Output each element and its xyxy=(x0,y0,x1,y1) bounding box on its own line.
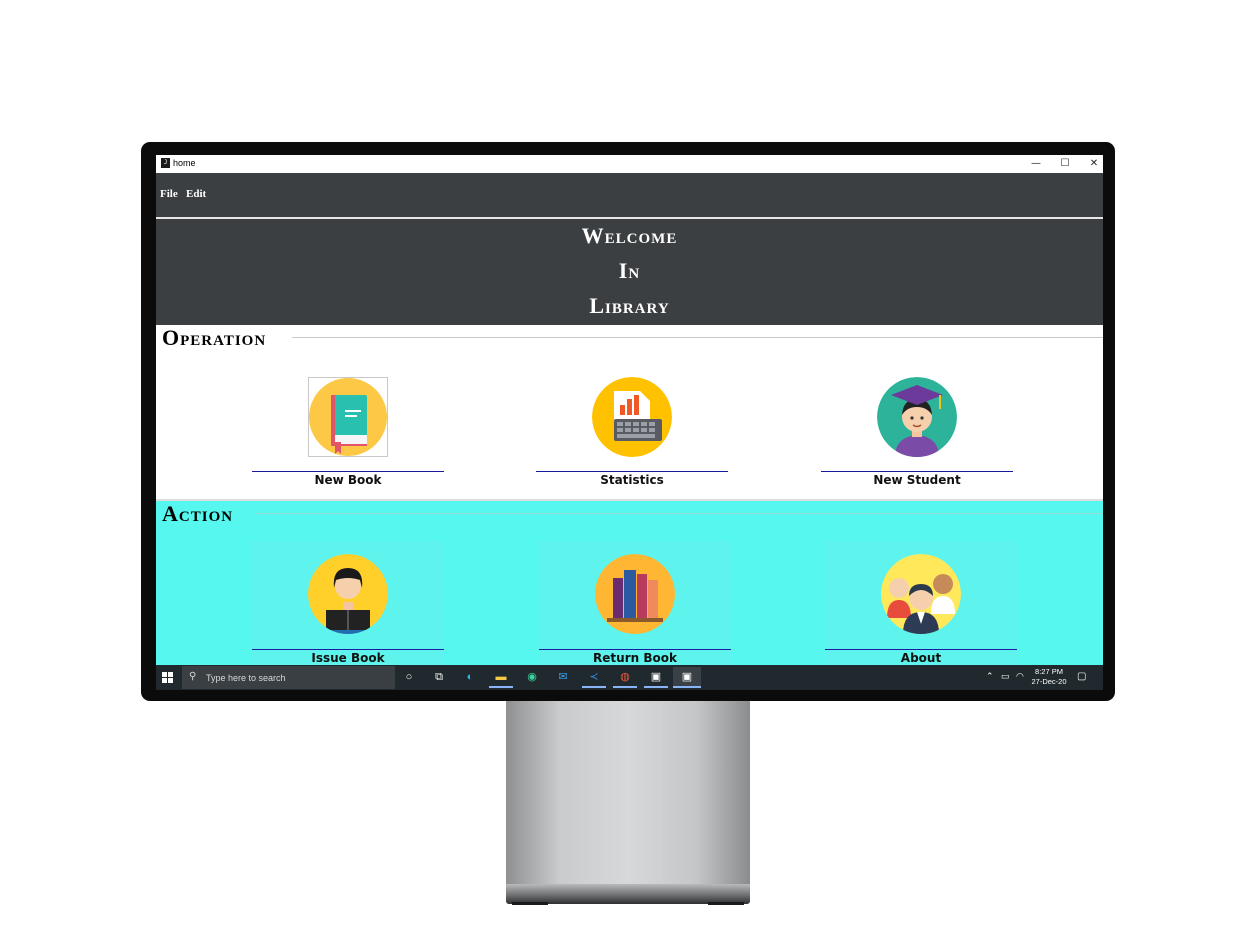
monitor-stand-base xyxy=(506,884,750,904)
new-student-tile[interactable]: New Student xyxy=(821,377,1013,487)
cortana-icon[interactable]: ○ xyxy=(397,667,421,688)
operation-title: Operation xyxy=(162,325,271,351)
screen: J home — ☐ ✕ File Edit Welcome In Librar… xyxy=(156,155,1103,690)
chrome-icon[interactable]: ◍ xyxy=(613,667,637,688)
battery-icon[interactable]: ▭ xyxy=(1001,671,1010,682)
action-divider xyxy=(256,513,1103,514)
java-app-icon: J xyxy=(161,158,170,168)
new-student-label: New Student xyxy=(873,473,961,487)
monitor-stand xyxy=(506,701,750,896)
clock-date: 27-Dec-20 xyxy=(1031,677,1067,686)
new-book-tile[interactable]: New Book xyxy=(252,377,444,487)
student-icon xyxy=(877,377,957,457)
action-section: Action Issue Book Return Book About xyxy=(156,499,1103,667)
new-book-label: New Book xyxy=(314,473,382,487)
minimize-button[interactable]: — xyxy=(1022,156,1050,172)
operation-divider xyxy=(292,337,1103,338)
taskbar-clock[interactable]: 8:27 PM 27-Dec-20 xyxy=(1028,667,1070,687)
action-title: Action xyxy=(162,501,238,527)
notification-icon[interactable]: ▢ xyxy=(1077,671,1086,682)
mail-icon[interactable]: ✉ xyxy=(551,667,575,688)
vscode-icon[interactable]: ≺ xyxy=(582,667,606,688)
new-student-underline xyxy=(821,471,1013,472)
close-button[interactable]: ✕ xyxy=(1080,156,1103,172)
welcome-line-1: Welcome xyxy=(581,223,678,248)
return-book-tile[interactable]: Return Book xyxy=(539,541,731,665)
taskbar-search[interactable]: ⚲ Type here to search xyxy=(182,666,395,689)
return-book-underline xyxy=(539,649,731,650)
statistics-underline xyxy=(536,471,728,472)
operation-section: Operation New Book Statistics New Studen… xyxy=(156,325,1103,499)
team-icon xyxy=(881,554,961,634)
book-icon xyxy=(308,377,388,457)
return-book-label: Return Book xyxy=(593,651,677,665)
new-book-underline xyxy=(252,471,444,472)
maximize-button[interactable]: ☐ xyxy=(1051,156,1079,172)
jetbrains-icon[interactable]: ▣ xyxy=(673,667,701,688)
clock-time: 8:27 PM xyxy=(1035,667,1063,676)
search-placeholder: Type here to search xyxy=(206,673,286,683)
monitor-foot-right xyxy=(708,902,744,905)
statistics-label: Statistics xyxy=(600,473,664,487)
gitkraken-icon[interactable]: ◉ xyxy=(520,667,544,688)
issue-book-label: Issue Book xyxy=(311,651,385,665)
books-icon xyxy=(595,554,675,634)
wifi-icon[interactable]: ◠ xyxy=(1016,671,1024,682)
welcome-line-2: In xyxy=(618,258,641,283)
statistics-icon xyxy=(592,377,672,457)
menu-bar: File Edit xyxy=(156,173,1103,219)
about-label: About xyxy=(900,651,942,665)
statistics-tile[interactable]: Statistics xyxy=(536,377,728,487)
about-tile[interactable]: About xyxy=(825,541,1017,665)
tray-chevron-icon[interactable]: ⌃ xyxy=(986,671,994,682)
menu-edit[interactable]: Edit xyxy=(186,188,206,200)
issue-book-underline xyxy=(252,649,444,650)
window-titlebar: J home — ☐ ✕ xyxy=(156,155,1103,173)
about-underline xyxy=(825,649,1017,650)
file-explorer-icon[interactable]: ▬ xyxy=(489,667,513,688)
intellij-icon[interactable]: ▣ xyxy=(644,667,668,688)
monitor-foot-left xyxy=(512,902,548,905)
menu-file[interactable]: File xyxy=(160,188,178,200)
welcome-banner: Welcome In Library xyxy=(156,219,1103,325)
reader-icon xyxy=(308,554,388,634)
window-title: home xyxy=(173,158,196,168)
task-view-icon[interactable]: ⧉ xyxy=(427,667,451,688)
taskbar: ⚲ Type here to search ○ ⧉ ◐ ▬ ◉ ✉ ≺ ◍ ▣ … xyxy=(156,665,1103,690)
issue-book-tile[interactable]: Issue Book xyxy=(252,541,444,665)
windows-start-icon[interactable] xyxy=(162,672,173,685)
search-icon: ⚲ xyxy=(189,671,197,682)
edge-icon[interactable]: ◐ xyxy=(458,667,482,688)
welcome-line-3: Library xyxy=(589,293,670,318)
